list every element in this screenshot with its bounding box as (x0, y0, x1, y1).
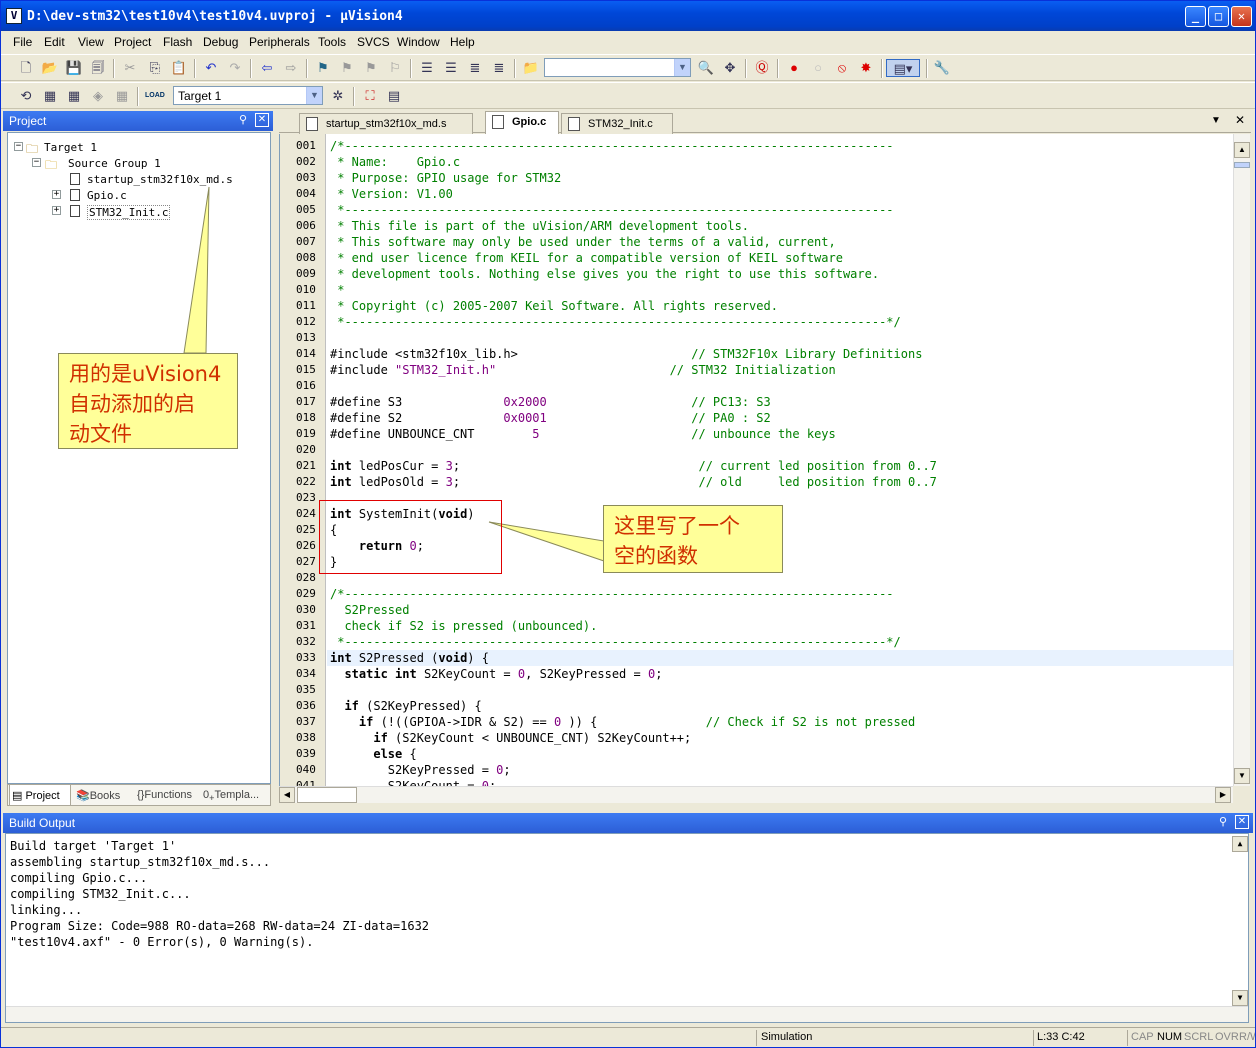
close-icon[interactable]: ✕ (1235, 815, 1249, 829)
systeminit-highlight-box (319, 500, 502, 574)
output-line: Program Size: Code=988 RO-data=268 RW-da… (10, 919, 430, 933)
status-readwrite: R/W (1239, 1031, 1255, 1043)
build-output-header: Build Output ⚲ ✕ (3, 813, 1253, 833)
output-line: assembling startup_stm32f10x_md.s... (10, 855, 271, 869)
build-output-pane[interactable]: ▲ ▼ Build target 'Target 1' assembling st… (5, 833, 1249, 1023)
callout-startup-note: 用的是uVision4 自动添加的启 动文件 (58, 353, 238, 449)
output-line: compiling STM32_Init.c... (10, 887, 191, 901)
status-overwrite: OVR (1215, 1031, 1239, 1043)
scroll-down-icon[interactable]: ▼ (1232, 990, 1248, 1006)
pin-icon[interactable]: ⚲ (1215, 815, 1231, 829)
uvision-window: V D:\dev-stm32\test10v4\test10v4.uvproj … (0, 0, 1256, 1048)
output-line: Build target 'Target 1' (10, 839, 177, 853)
callout-startup-pointer (183, 186, 210, 354)
output-line: linking... (10, 903, 83, 917)
status-cursor-position: L:33 C:42 (1037, 1031, 1085, 1043)
status-mode: Simulation (761, 1031, 813, 1043)
status-caps: CAP (1131, 1031, 1154, 1043)
output-horizontal-scrollbar[interactable] (6, 1006, 1248, 1022)
status-bar: Simulation L:33 C:42 CAP NUM SCRL OVR R/… (1, 1027, 1255, 1047)
output-line: "test10v4.axf" - 0 Error(s), 0 Warning(s… (10, 935, 314, 949)
scroll-up-icon[interactable]: ▲ (1232, 836, 1248, 852)
status-scroll: SCRL (1184, 1031, 1214, 1043)
status-separator (1033, 1030, 1034, 1046)
callout-sysinit-pointer (488, 521, 605, 562)
status-separator (756, 1030, 757, 1046)
status-separator (1127, 1030, 1128, 1046)
callout-sysinit-note: 这里写了一个 空的函数 (603, 505, 783, 573)
status-num: NUM (1157, 1031, 1183, 1043)
output-line: compiling Gpio.c... (10, 871, 148, 885)
build-output-title: Build Output (9, 816, 76, 830)
